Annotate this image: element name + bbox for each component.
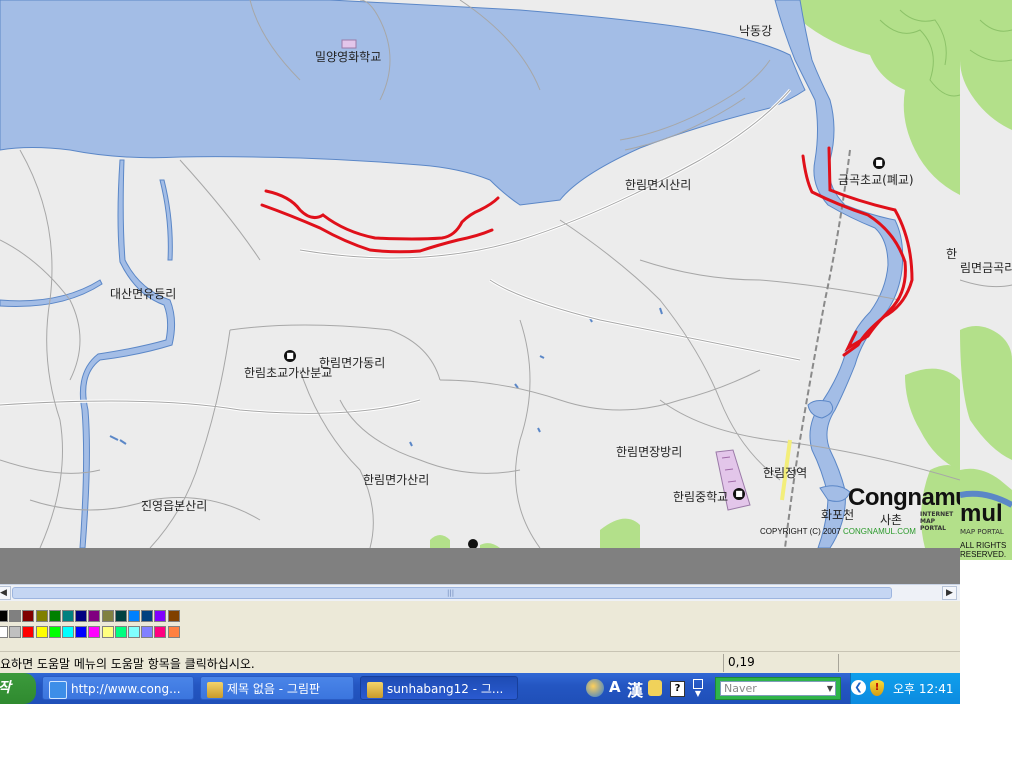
status-help-text: 요하면 도움말 메뉴의 도움말 항목을 클릭하십시오. <box>0 657 255 671</box>
paint-icon <box>207 681 223 698</box>
label-jinyoung-village: 진영읍본산리 <box>141 499 208 513</box>
map-copyright: COPYRIGHT (C) 2007 CONGNAMUL.COM <box>760 527 916 536</box>
school-icon: ■ <box>284 350 296 362</box>
label-milyang-school: 밀양영화학교 <box>315 50 382 64</box>
label-nakdong-river: 낙동강 <box>739 24 773 38</box>
label-jangbang-village: 한림면장방리 <box>616 445 683 459</box>
palette-swatch[interactable] <box>75 626 88 638</box>
logo-brand-fragment: mul <box>960 500 1003 527</box>
palette-swatch[interactable] <box>48 610 61 622</box>
taskbar-item-paint-untitled[interactable]: 제목 없음 - 그림판 <box>200 676 354 700</box>
congnamul-logo: Congnamul INTERNET MAP PORTAL <box>848 484 960 532</box>
ime-pad-icon[interactable] <box>648 680 662 696</box>
palette-swatch[interactable] <box>22 626 35 638</box>
palette-swatch[interactable] <box>167 610 180 622</box>
palette-swatch[interactable] <box>154 610 167 622</box>
logo-tagline: INTERNET MAP PORTAL <box>920 511 954 532</box>
label-geumgok-village: 림면금곡리 <box>960 261 1012 275</box>
copyright-text: COPYRIGHT (C) 2007 <box>760 527 841 536</box>
palette-swatch[interactable] <box>9 610 22 622</box>
map-right-graphics <box>960 0 1012 560</box>
clock[interactable]: 오후 12:41 <box>893 680 953 697</box>
map-right-strip: 림면금곡리 mul MAP PORTAL ALL RIGHTS RESERVED… <box>960 0 1012 560</box>
label-hanlim-middle-school: 한림중학교 <box>673 490 729 504</box>
paint-workspace <box>0 548 960 584</box>
palette-swatch[interactable] <box>167 626 180 638</box>
security-shield-icon[interactable]: ! <box>870 680 884 696</box>
grip-icon: ||| <box>447 589 455 597</box>
language-globe-icon[interactable] <box>586 679 604 697</box>
copyright-rights: ALL RIGHTS RESERVED. <box>960 541 1007 559</box>
taskbar-item-browser[interactable]: http://www.cong... <box>42 676 194 700</box>
scroll-left-button[interactable]: ◀ <box>0 586 11 600</box>
label-han: 한 <box>946 247 958 261</box>
ime-mode-icon[interactable]: A <box>609 678 621 696</box>
color-palette <box>0 601 960 651</box>
palette-swatch[interactable] <box>141 626 154 638</box>
naver-search-input[interactable]: Naver ▼ <box>720 681 836 696</box>
palette-swatch[interactable] <box>0 610 8 622</box>
palette-swatch[interactable] <box>88 626 101 638</box>
palette-swatch[interactable] <box>154 626 167 638</box>
palette-swatch[interactable] <box>88 610 101 622</box>
scroll-right-button[interactable]: ▶ <box>942 586 957 600</box>
taskbar-item-label: sunhabang12 - 그... <box>387 682 504 696</box>
show-hidden-icons-chevron-icon[interactable]: ❮ <box>851 680 866 695</box>
palette-swatch[interactable] <box>35 610 48 622</box>
palette-swatch[interactable] <box>9 626 22 638</box>
start-button[interactable]: 작 <box>0 673 36 704</box>
palette-swatch[interactable] <box>114 610 127 622</box>
palette-swatch[interactable] <box>22 610 35 622</box>
map-graphics <box>0 0 960 548</box>
palette-swatch[interactable] <box>128 626 140 638</box>
label-daesan-village: 대산면유등리 <box>110 287 177 301</box>
hanja-icon[interactable]: 漢 <box>627 677 643 701</box>
logo-brand: Congnamul <box>848 484 960 511</box>
palette-swatch[interactable] <box>75 610 88 622</box>
help-icon[interactable]: ? <box>670 681 685 697</box>
system-tray: ❮ ! 오후 12:41 <box>850 673 960 704</box>
taskbar-item-paint-sunhabang[interactable]: sunhabang12 - 그... <box>360 676 518 700</box>
taskbar-item-label: 제목 없음 - 그림판 <box>227 682 321 696</box>
label-hanlim-station: 한림정역 <box>763 466 808 480</box>
taskbar-item-label: http://www.cong... <box>71 682 181 696</box>
label-geumgok-school: 금곡초교(폐교) <box>838 173 914 187</box>
naver-search-placeholder: Naver <box>724 682 757 695</box>
label-gasan-village: 한림면가산리 <box>363 473 430 487</box>
status-bar: 요하면 도움말 메뉴의 도움말 항목을 클릭하십시오. 0,19 <box>0 651 960 673</box>
palette-swatch[interactable] <box>62 610 74 622</box>
palette-swatch[interactable] <box>62 626 74 638</box>
logo-tagline-fragment: MAP PORTAL <box>960 528 1004 536</box>
palette-swatch[interactable] <box>114 626 127 638</box>
taskbar: 작 http://www.cong... 제목 없음 - 그림판 sunhaba… <box>0 673 960 704</box>
label-gasan-branch-school: 한림초교가산분교 <box>244 366 333 380</box>
map-canvas[interactable]: 밀양영화학교 낙동강 ■ 금곡초교(폐교) 한림면시산리 한 대산면유등리 ■ … <box>0 0 960 548</box>
palette-swatch[interactable] <box>128 610 140 622</box>
label-sisan-village: 한림면시산리 <box>625 178 692 192</box>
status-coordinates: 0,19 <box>728 655 755 669</box>
horizontal-scrollbar[interactable]: ◀ ||| ▶ <box>0 584 960 601</box>
naver-toolbar: Naver ▼ <box>715 677 841 700</box>
school-icon: ■ <box>733 488 745 500</box>
school-icon: ■ <box>873 157 885 169</box>
scroll-thumb[interactable]: ||| <box>12 587 892 599</box>
copyright-site: CONGNAMUL.COM <box>843 527 916 536</box>
internet-explorer-icon <box>49 680 67 699</box>
palette-swatch[interactable] <box>141 610 154 622</box>
paint-icon <box>367 681 383 698</box>
language-bar-options-icon[interactable]: ▼ <box>692 677 704 699</box>
palette-swatch[interactable] <box>48 626 61 638</box>
palette-swatch[interactable] <box>101 610 114 622</box>
dropdown-arrow-icon[interactable]: ▼ <box>827 682 833 695</box>
palette-swatch[interactable] <box>101 626 114 638</box>
palette-swatch[interactable] <box>0 626 8 638</box>
palette-swatch[interactable] <box>35 626 48 638</box>
